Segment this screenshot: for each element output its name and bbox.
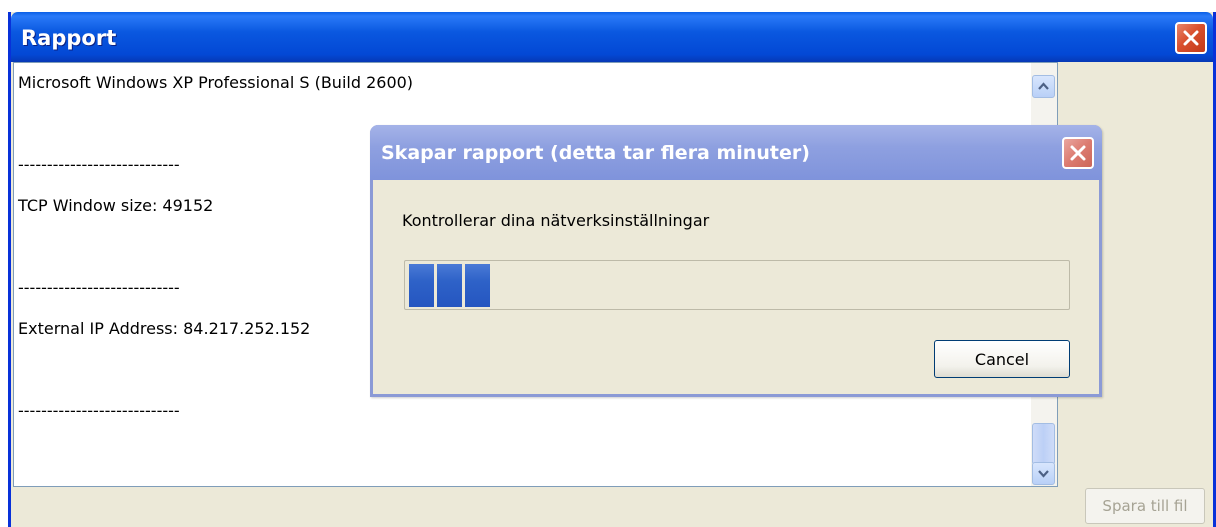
- report-line: Microsoft Windows XP Professional S (Bui…: [18, 73, 414, 92]
- save-to-file-button[interactable]: Spara till fil: [1085, 488, 1205, 524]
- scroll-up-button[interactable]: [1032, 75, 1055, 98]
- progress-block: [437, 264, 462, 307]
- scroll-thumb[interactable]: [1032, 423, 1055, 465]
- scroll-down-button[interactable]: [1032, 462, 1055, 485]
- close-icon: [1183, 30, 1199, 46]
- chevron-up-icon: [1038, 82, 1049, 90]
- progress-dialog: Skapar rapport (detta tar flera minuter)…: [370, 125, 1102, 397]
- window-title: Rapport: [21, 26, 117, 50]
- close-button[interactable]: [1175, 22, 1207, 54]
- close-icon: [1070, 145, 1086, 161]
- report-line: ----------------------------: [18, 401, 180, 420]
- progress-bar: [404, 260, 1070, 310]
- dialog-titlebar[interactable]: Skapar rapport (detta tar flera minuter): [370, 125, 1102, 180]
- dialog-title: Skapar rapport (detta tar flera minuter): [381, 142, 810, 164]
- cancel-button[interactable]: Cancel: [934, 340, 1070, 378]
- progress-block: [465, 264, 490, 307]
- chevron-down-icon: [1038, 470, 1049, 478]
- progress-fill: [409, 264, 490, 307]
- dialog-close-button[interactable]: [1062, 137, 1094, 169]
- window-titlebar[interactable]: Rapport: [11, 12, 1213, 62]
- dialog-message: Kontrollerar dina nätverksinställningar: [402, 211, 710, 230]
- progress-block: [409, 264, 434, 307]
